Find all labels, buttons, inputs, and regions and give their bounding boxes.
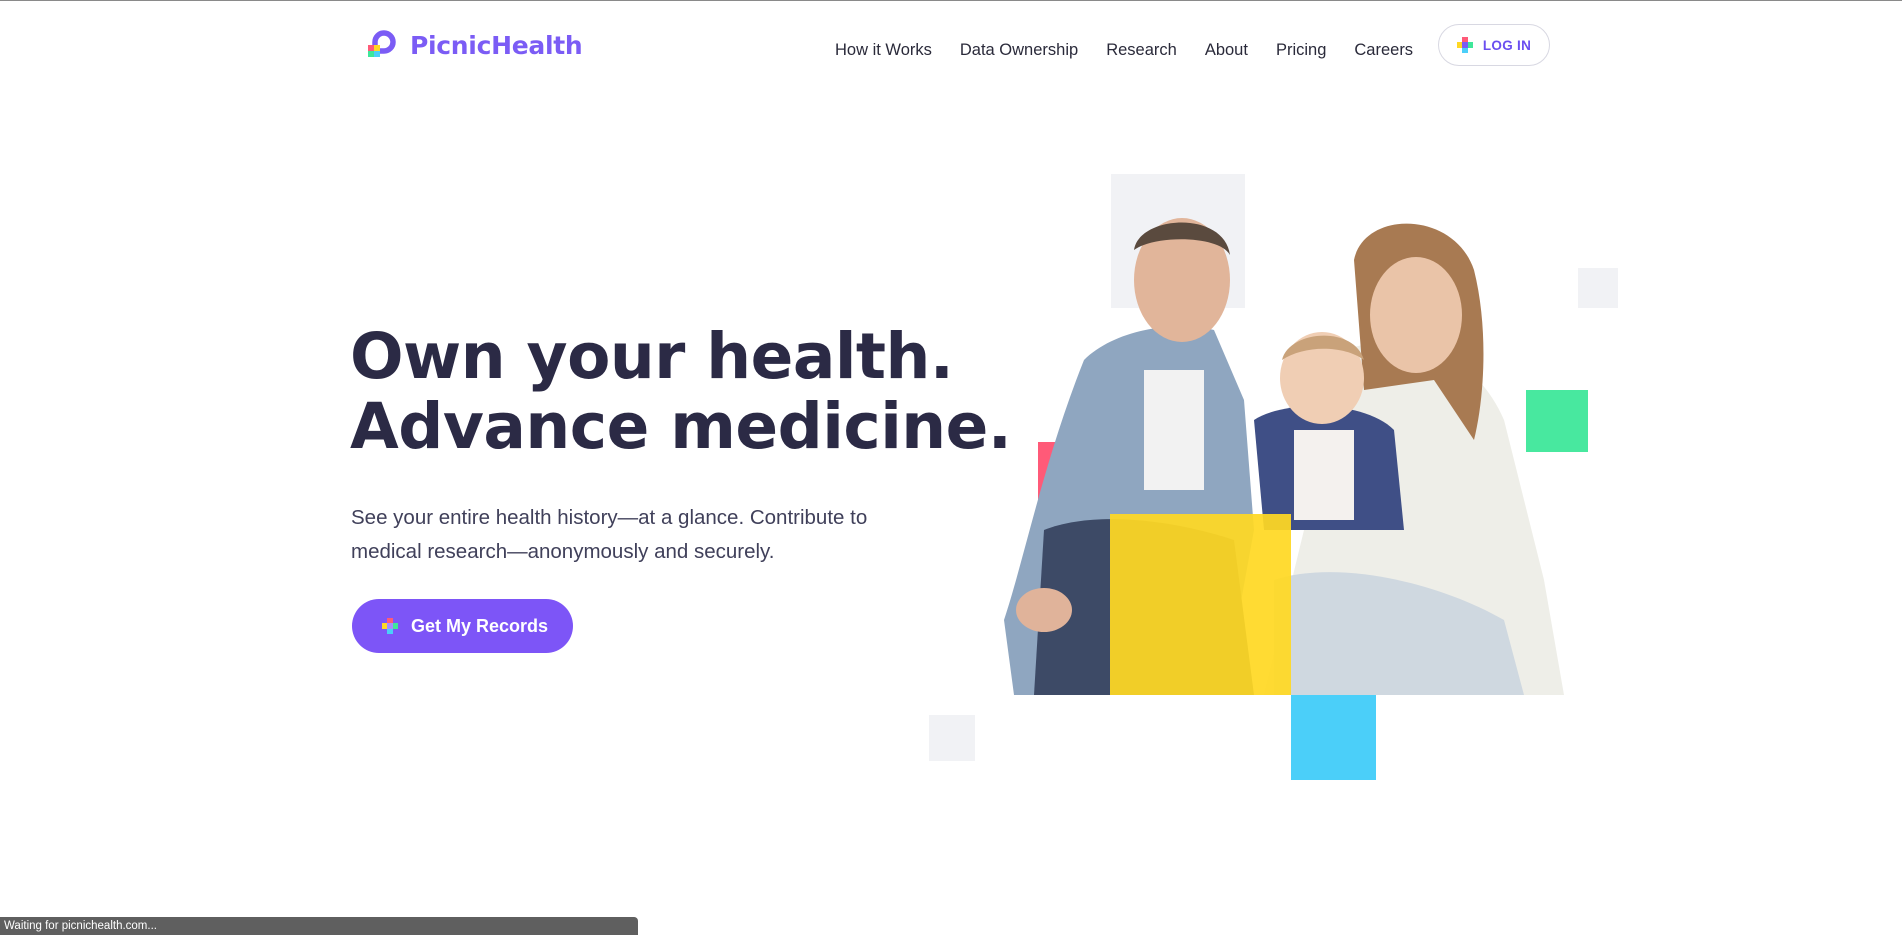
login-label: LOG IN	[1482, 37, 1532, 53]
brand-logo[interactable]: PicnicHealth	[366, 28, 583, 62]
plus-icon	[382, 618, 398, 634]
nav-item-about[interactable]: About	[1205, 41, 1248, 60]
headline-line-2: Advance medicine.	[350, 390, 1012, 463]
main-nav: How it Works Data Ownership Research Abo…	[835, 41, 1441, 60]
nav-item-careers[interactable]: Careers	[1354, 41, 1413, 60]
nav-item-how-it-works[interactable]: How it Works	[835, 41, 932, 60]
nav-item-research[interactable]: Research	[1106, 41, 1177, 60]
nav-item-data-ownership[interactable]: Data Ownership	[960, 41, 1078, 60]
decor-square-blue	[1291, 695, 1376, 780]
decor-square-yellow	[1110, 514, 1291, 695]
status-text: Waiting for picnichealth.com...	[4, 920, 157, 932]
decor-square-gray-bottom	[929, 715, 975, 761]
browser-status-bar: Waiting for picnichealth.com...	[0, 917, 638, 935]
nav-item-pricing[interactable]: Pricing	[1276, 41, 1326, 60]
hero-subtext: See your entire health history—at a glan…	[351, 506, 868, 563]
decor-square-green	[1526, 390, 1588, 452]
window-top-border	[0, 0, 1902, 1]
login-button[interactable]: LOG IN	[1438, 24, 1550, 66]
headline-line-1: Own your health.	[350, 320, 954, 393]
picnichealth-logo-icon	[368, 30, 396, 57]
hero-headline: Own your health. Advance medicine.	[350, 320, 1012, 463]
cta-label: Get My Records	[411, 615, 549, 636]
brand-name: PicnicHealth	[410, 30, 583, 60]
get-my-records-button[interactable]: Get My Records	[352, 599, 573, 653]
plus-icon	[1456, 37, 1473, 53]
